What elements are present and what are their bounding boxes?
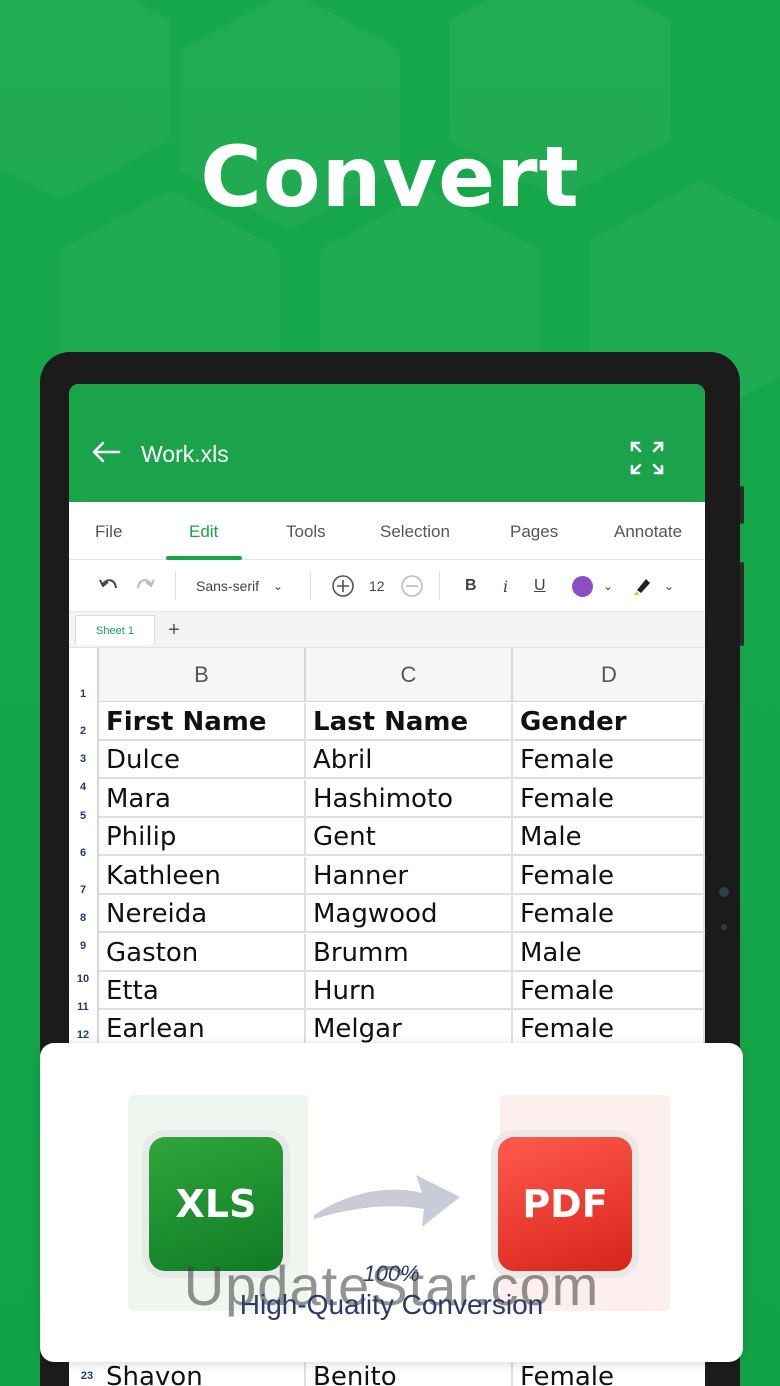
row-number: 1 [79, 688, 87, 700]
chevron-down-icon: ⌄ [603, 579, 614, 593]
row-number: 23 [80, 1370, 94, 1382]
column-header-b[interactable]: B [99, 648, 306, 702]
add-sheet-icon[interactable]: + [161, 615, 187, 645]
xls-file-icon: XLS [149, 1137, 283, 1271]
table-cell[interactable]: Hashimoto [306, 780, 513, 818]
menu-edit[interactable]: Edit [189, 522, 218, 542]
table-cell[interactable]: Mara [99, 780, 306, 818]
table-cell[interactable]: Magwood [306, 895, 513, 933]
row-number: 7 [79, 884, 87, 896]
table-cell[interactable]: Female [513, 895, 705, 933]
headline: Convert [200, 128, 580, 226]
table-cell[interactable]: Male [513, 818, 705, 856]
undo-icon[interactable] [97, 560, 119, 612]
table-cell[interactable]: Etta [99, 972, 306, 1010]
column-header-c[interactable]: C [306, 648, 513, 702]
back-arrow-icon[interactable] [91, 440, 121, 464]
underline-button[interactable]: U [534, 560, 546, 612]
table-cell[interactable]: Kathleen [99, 857, 306, 895]
camera-dot [719, 887, 729, 897]
table-cell[interactable]: Female [513, 857, 705, 895]
chevron-down-icon: ⌄ [664, 579, 675, 593]
row-number: 11 [77, 1001, 89, 1013]
row-number: 10 [76, 973, 90, 985]
font-size-value[interactable]: 12 [369, 560, 385, 612]
table-cell[interactable]: Philip [99, 818, 306, 856]
menu-selection[interactable]: Selection [380, 522, 450, 542]
sheet-tab-bar: Sheet 1 + [69, 612, 705, 648]
menu-file[interactable]: File [95, 522, 122, 542]
column-header-d[interactable]: D [513, 648, 705, 702]
highlight-picker[interactable]: ⌄ [632, 560, 674, 612]
font-select[interactable]: Sans-serif ⌄ [196, 560, 283, 612]
menu-pages[interactable]: Pages [510, 522, 558, 542]
toolbar-divider [175, 572, 176, 600]
row-number: 12 [76, 1029, 90, 1041]
decrease-size-icon[interactable] [400, 560, 424, 612]
table-cell[interactable]: Gaston [99, 934, 306, 972]
conversion-caption: High-Quality Conversion [239, 1289, 544, 1320]
font-name: Sans-serif [196, 578, 260, 594]
increase-size-icon[interactable] [331, 560, 355, 612]
toolbar-divider [310, 572, 311, 600]
menu-tools[interactable]: Tools [286, 522, 326, 542]
tablet-button [740, 562, 744, 646]
table-cell[interactable]: Female [513, 741, 705, 779]
format-toolbar: Sans-serif ⌄ 12 B i U ⌄ ⌄ [69, 560, 705, 612]
chevron-down-icon: ⌄ [273, 579, 284, 593]
row-number: 6 [79, 847, 87, 859]
redo-icon[interactable] [135, 560, 157, 612]
table-cell[interactable]: Abril [306, 741, 513, 779]
document-title: Work.xls [141, 441, 229, 467]
tablet-button [740, 486, 744, 524]
percent-label: 100% [363, 1261, 420, 1286]
table-cell[interactable]: Hanner [306, 857, 513, 895]
table-cell[interactable]: Nereida [99, 895, 306, 933]
header-cell[interactable]: First Name [99, 703, 306, 741]
toolbar-divider [439, 572, 440, 600]
row-number: 3 [79, 753, 87, 765]
fullscreen-icon[interactable] [629, 440, 665, 476]
table-cell[interactable]: Dulce [99, 741, 306, 779]
bold-button[interactable]: B [465, 560, 477, 612]
bottom-row: 23 Shavon Benito Female [69, 1362, 705, 1386]
table-cell[interactable]: Benito [306, 1362, 513, 1386]
row-number: 5 [79, 810, 87, 822]
header-cell[interactable]: Gender [513, 703, 705, 741]
sheet-tab[interactable]: Sheet 1 [75, 615, 155, 645]
conversion-card: XLS PDF UpdateStar.com 100% High-Quality… [40, 1043, 743, 1362]
table-cell[interactable]: Female [513, 972, 705, 1010]
table-cell[interactable]: Female [513, 780, 705, 818]
text-color-picker[interactable]: ⌄ [572, 560, 613, 612]
row-number: 2 [79, 725, 87, 737]
header-cell[interactable]: Last Name [306, 703, 513, 741]
row-number: 9 [79, 940, 87, 952]
table-cell[interactable]: Female [513, 1362, 705, 1386]
highlighter-icon [634, 579, 650, 595]
table-cell[interactable]: Hurn [306, 972, 513, 1010]
sensor-dot [721, 924, 727, 930]
table-cell[interactable]: Male [513, 934, 705, 972]
menu-bar: File Edit Tools Selection Pages Annotate [69, 502, 705, 560]
color-swatch [572, 575, 593, 597]
row-number: 8 [79, 912, 87, 924]
convert-arrow-icon [314, 1175, 460, 1227]
italic-button[interactable]: i [503, 560, 508, 612]
menu-annotate[interactable]: Annotate [614, 522, 682, 542]
table-cell[interactable]: Gent [306, 818, 513, 856]
table-cell[interactable]: Brumm [306, 934, 513, 972]
row-number: 4 [79, 781, 87, 793]
pdf-file-icon: PDF [498, 1137, 632, 1271]
table-cell[interactable]: Shavon [99, 1362, 306, 1386]
app-bar: Work.xls [69, 384, 705, 502]
